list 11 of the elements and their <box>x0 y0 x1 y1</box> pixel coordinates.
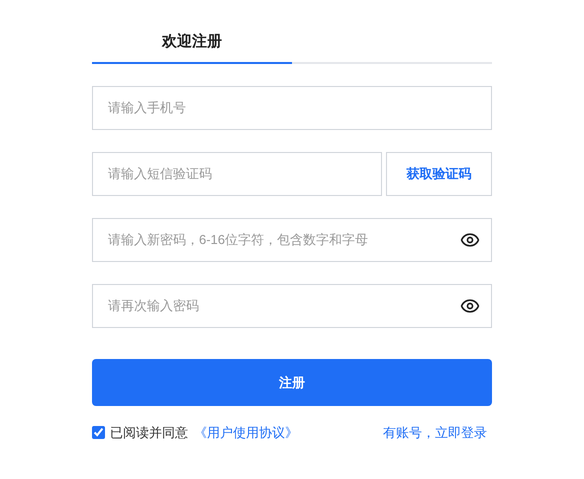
input-field[interactable]: 请输入短信验证码 <box>92 152 382 196</box>
agreement-checkbox[interactable] <box>92 426 105 440</box>
input-field[interactable]: 请输入手机号 <box>92 86 492 130</box>
input-field[interactable]: 请输入新密码，6-16位字符，包含数字和字母 <box>92 218 492 262</box>
agreement-link[interactable]: 《用户使用协议》 <box>194 423 298 442</box>
agreement-text: 已阅读并同意 <box>110 424 188 442</box>
tab[interactable]: 欢迎注册 <box>92 22 292 64</box>
input-field[interactable]: 请再次输入密码 <box>92 284 492 328</box>
get-code-button[interactable]: 获取验证码 <box>386 152 492 196</box>
login-link[interactable]: 有账号，立即登录 <box>383 423 487 442</box>
register-button[interactable]: 注册 <box>92 359 492 406</box>
